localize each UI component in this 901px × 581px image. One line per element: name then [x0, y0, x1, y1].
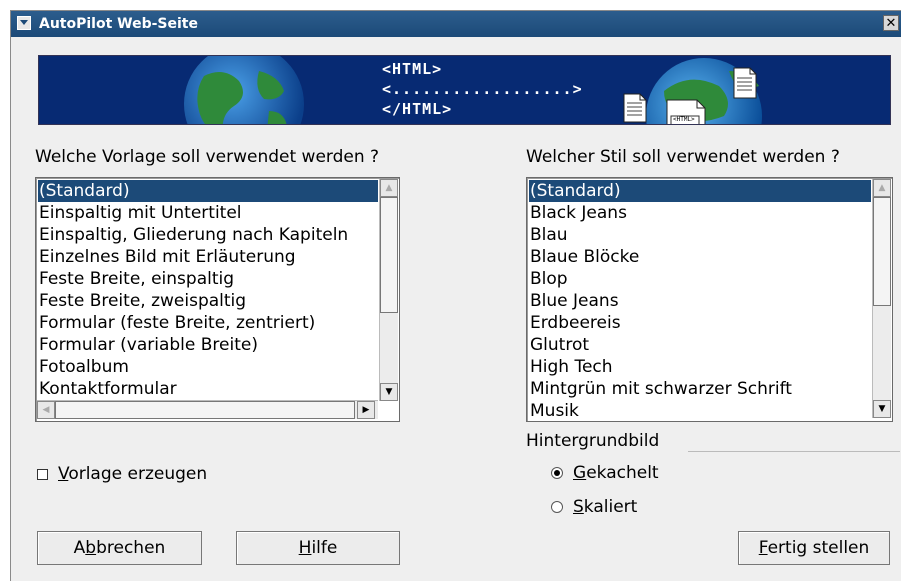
style-listbox[interactable]: (Standard) Black Jeans Blau Blaue Blöcke Blo…	[526, 177, 893, 422]
style-list: (Standard) Black Jeans Blau Blaue Blöcke Blo…	[529, 180, 871, 421]
list-item[interactable]: Feste Breite, zweispaltig	[38, 290, 378, 312]
list-item[interactable]: Kontaktformular	[38, 378, 378, 400]
title-bar[interactable]: AutoPilot Web-Seite ✕	[11, 11, 901, 37]
finish-button[interactable]: Fertig stellen	[738, 531, 890, 565]
list-item[interactable]: Einspaltig, Gliederung nach Kapiteln	[38, 224, 378, 246]
radio-tiled-indicator[interactable]	[551, 467, 563, 479]
banner-doc-tag: <HTML>	[673, 116, 695, 123]
mnemonic: G	[573, 463, 587, 483]
list-item[interactable]: Blop	[529, 268, 871, 290]
mnemonic: b	[85, 538, 97, 558]
window-title: AutoPilot Web-Seite	[39, 16, 198, 32]
scroll-thumb[interactable]	[873, 197, 891, 306]
scroll-up-button[interactable]: ▲	[873, 179, 891, 197]
hscroll-thumb[interactable]	[55, 401, 355, 419]
list-item[interactable]: Glutrot	[529, 334, 871, 356]
scroll-up-button[interactable]: ▲	[380, 179, 398, 197]
close-button[interactable]: ✕	[883, 15, 899, 31]
background-image-label: Hintergrundbild	[526, 431, 660, 451]
scroll-down-button[interactable]: ▼	[873, 400, 891, 418]
mnemonic: S	[573, 497, 584, 517]
mnemonic: H	[298, 538, 312, 558]
help-button[interactable]: Hilfe	[236, 531, 400, 565]
scroll-left-button[interactable]: ◀	[37, 401, 55, 419]
list-item[interactable]: Feste Breite, einspaltig	[38, 268, 378, 290]
checkbox-indicator[interactable]	[37, 469, 48, 480]
list-item[interactable]: Fotoalbum	[38, 356, 378, 378]
cancel-button[interactable]: Abbrechen	[37, 531, 202, 565]
label-part: brechen	[96, 538, 166, 558]
group-separator	[688, 451, 900, 452]
list-item[interactable]: Einspaltig mit Untertitel	[38, 202, 378, 224]
window-menu-icon[interactable]	[17, 16, 31, 30]
label-part: ertig stellen	[767, 538, 870, 558]
template-vscrollbar[interactable]: ▲ ▼	[379, 179, 398, 401]
list-item[interactable]: High Tech	[529, 356, 871, 378]
label-part: ilfe	[311, 538, 338, 558]
create-template-checkbox[interactable]: Vorlage erzeugen	[37, 464, 257, 486]
radio-scaled-label: kaliert	[583, 497, 638, 517]
autopilot-dialog: AutoPilot Web-Seite ✕ <HTML> <..........…	[10, 10, 901, 581]
template-hscrollbar[interactable]: ◀ ▶	[37, 400, 378, 419]
list-item[interactable]: Blau	[529, 224, 871, 246]
scroll-down-button[interactable]: ▼	[380, 383, 398, 401]
list-item[interactable]: Formular (feste Breite, zentriert)	[38, 312, 378, 334]
style-label: Welcher Stil soll verwendet werden ?	[526, 147, 840, 167]
radio-tiled-label: ekachelt	[586, 463, 659, 483]
label-part: A	[73, 538, 86, 558]
list-item[interactable]: Blue Jeans	[529, 290, 871, 312]
list-item[interactable]: Formular (variable Breite)	[38, 334, 378, 356]
radio-scaled[interactable]: Skaliert	[551, 497, 701, 519]
create-template-label: orlage erzeugen	[68, 464, 208, 484]
list-item[interactable]: Mintgrün mit schwarzer Schrift	[529, 378, 871, 400]
list-item[interactable]: Black Jeans	[529, 202, 871, 224]
list-item[interactable]: (Standard)	[529, 180, 871, 202]
template-listbox[interactable]: (Standard) Einspaltig mit Untertitel Einsp…	[35, 177, 400, 422]
template-list: (Standard) Einspaltig mit Untertitel Einsp…	[38, 180, 378, 401]
radio-tiled[interactable]: Gekachelt	[551, 463, 701, 485]
document-icons	[623, 67, 757, 124]
style-vscrollbar[interactable]: ▲ ▼	[872, 179, 891, 418]
mnemonic: V	[58, 464, 69, 484]
banner-image: <HTML> <..................> </HTML> <HTM…	[38, 55, 891, 125]
list-item[interactable]: Blaue Blöcke	[529, 246, 871, 268]
mnemonic: F	[758, 538, 768, 558]
list-item[interactable]: Musik	[529, 400, 871, 421]
list-item[interactable]: (Standard)	[38, 180, 378, 202]
scroll-right-button[interactable]: ▶	[357, 401, 375, 419]
template-label: Welche Vorlage soll verwendet werden ?	[35, 147, 380, 167]
list-item[interactable]: Erdbeereis	[529, 312, 871, 334]
list-item[interactable]: Einzelnes Bild mit Erläuterung	[38, 246, 378, 268]
scroll-thumb[interactable]	[380, 197, 398, 313]
radio-scaled-indicator[interactable]	[551, 501, 563, 513]
